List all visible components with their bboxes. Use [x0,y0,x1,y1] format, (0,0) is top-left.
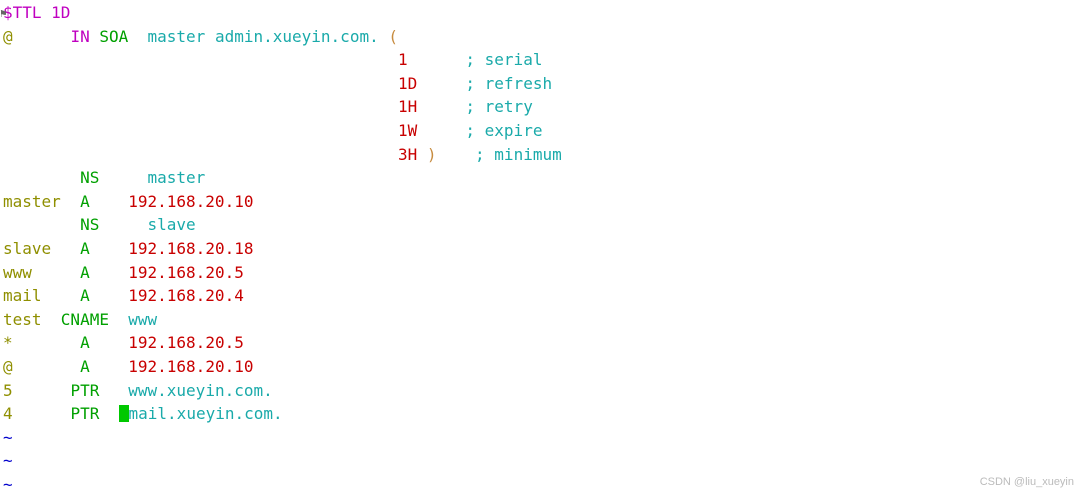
rr-name: 5 [3,381,13,400]
rr-soa: SOA [99,27,128,46]
rr-data: master [148,168,206,187]
rr-type-a: A [80,357,90,376]
rr-type-a: A [80,333,90,352]
rr-type-ns: NS [80,168,99,187]
paren-open: ( [388,27,398,46]
soa-refresh: 1D [398,74,417,93]
rr-data: mail.xueyin.com. [129,404,283,423]
rr-name: mail [3,286,42,305]
rr-type-ns: NS [80,215,99,234]
text-cursor [119,405,129,423]
rr-type-a: A [80,239,90,258]
soa-minimum-comment: ; minimum [475,145,562,164]
rr-type-a: A [80,263,90,282]
origin-at: @ [3,27,13,46]
rr-data: slave [148,215,196,234]
rr-type-a: A [80,286,90,305]
flag-icon: ⚑ [0,2,7,26]
rr-name: slave [3,239,51,258]
soa-retry-comment: ; retry [465,97,532,116]
rr-data: 192.168.20.4 [128,286,244,305]
rr-data: www [128,310,157,329]
rr-data: 192.168.20.5 [128,333,244,352]
soa-expire-comment: ; expire [465,121,542,140]
empty-line-tilde: ~ [3,475,13,494]
rr-data: 192.168.20.5 [128,263,244,282]
zone-file-editor[interactable]: ⚑$TTL 1D @ IN SOA master admin.xueyin.co… [0,0,1082,496]
rr-type-ptr: PTR [70,381,99,400]
soa-mname: master [148,27,206,46]
paren-close: ) [427,145,437,164]
rr-type-a: A [80,192,90,211]
soa-rname: admin.xueyin.com. [215,27,379,46]
soa-minimum: 3H [398,145,417,164]
soa-expire: 1W [398,121,417,140]
rr-name-wildcard: * [3,333,13,352]
empty-line-tilde: ~ [3,451,13,470]
watermark-text: CSDN @liu_xueyin [980,471,1074,495]
rr-data: 192.168.20.10 [128,357,253,376]
rr-name: test [3,310,42,329]
soa-refresh-comment: ; refresh [465,74,552,93]
ttl-value: 1D [51,3,70,22]
rr-type-cname: CNAME [61,310,109,329]
rr-data: www.xueyin.com. [128,381,273,400]
rr-data: 192.168.20.10 [128,192,253,211]
rr-name: 4 [3,404,13,423]
ttl-directive: $TTL [3,3,42,22]
soa-retry: 1H [398,97,417,116]
empty-line-tilde: ~ [3,428,13,447]
soa-serial-comment: ; serial [465,50,542,69]
rr-name: master [3,192,61,211]
rr-data: 192.168.20.18 [128,239,253,258]
rr-name: www [3,263,32,282]
rr-type-ptr: PTR [70,404,99,423]
class-in: IN [70,27,89,46]
rr-name-at: @ [3,357,13,376]
soa-serial: 1 [398,50,408,69]
